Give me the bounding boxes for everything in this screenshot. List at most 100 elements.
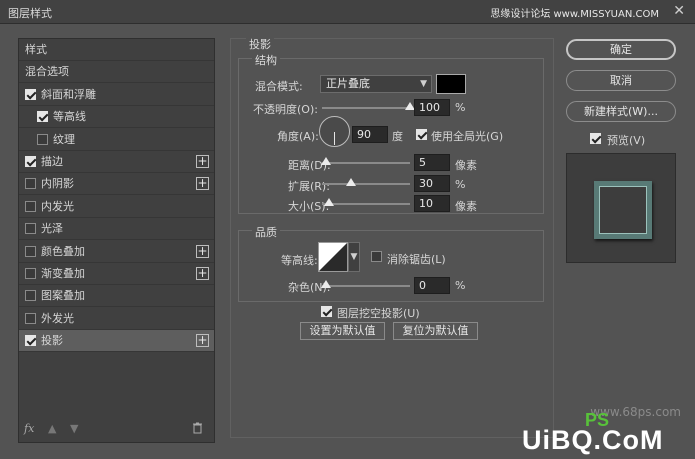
style-list-item-label: 渐变叠加	[41, 267, 85, 280]
noise-input[interactable]: 0	[414, 277, 450, 294]
size-label: 大小(S):	[288, 200, 330, 213]
size-slider-thumb[interactable]	[324, 198, 335, 206]
style-list-item[interactable]: 描边 +	[19, 151, 214, 173]
style-list-item-label: 斜面和浮雕	[41, 87, 96, 101]
reset-default-button[interactable]: 复位为默认值	[393, 322, 478, 340]
style-checkbox[interactable]	[25, 178, 36, 190]
size-slider[interactable]	[322, 203, 410, 205]
structure-title: 结构	[252, 52, 280, 68]
set-default-button[interactable]: 设置为默认值	[300, 322, 385, 340]
style-list-item[interactable]: 光泽	[19, 218, 214, 241]
angle-label: 角度(A):	[277, 130, 319, 143]
style-list-item[interactable]: 内发光	[19, 196, 214, 218]
spread-unit: %	[455, 178, 466, 191]
spread-slider-thumb[interactable]	[346, 178, 357, 186]
spread-label: 扩展(R):	[288, 180, 330, 193]
close-icon[interactable]: ✕	[673, 3, 685, 19]
style-preview	[566, 153, 676, 263]
angle-dial-needle	[334, 132, 335, 145]
style-checkbox[interactable]	[25, 223, 36, 235]
anti-alias-label: 消除锯齿(L)	[387, 253, 446, 266]
style-list-item-label: 图案叠加	[41, 289, 85, 303]
style-list-item[interactable]: 渐变叠加 +	[19, 263, 214, 285]
section-title: 投影	[246, 36, 274, 52]
dialog-title: 图层样式	[8, 7, 52, 20]
style-checkbox[interactable]	[25, 290, 36, 302]
style-list-item[interactable]: 颜色叠加 +	[19, 241, 214, 263]
opacity-input[interactable]: 100	[414, 99, 450, 116]
cancel-button[interactable]: 取消	[566, 70, 676, 91]
quality-title: 品质	[252, 224, 280, 240]
style-list-item[interactable]: 外发光	[19, 308, 214, 330]
style-list-footer: fx ▲ ▼	[18, 420, 215, 440]
style-list-item-label: 颜色叠加	[41, 244, 85, 258]
preview-checkbox[interactable]	[590, 133, 601, 144]
style-list-item[interactable]: 斜面和浮雕	[19, 84, 214, 106]
knockout-checkbox[interactable]	[321, 306, 332, 317]
style-list-item-label: 混合选项	[25, 65, 69, 79]
size-input[interactable]: 10	[414, 195, 450, 212]
contour-curve-icon	[319, 243, 347, 271]
style-checkbox[interactable]	[25, 268, 36, 279]
ok-button[interactable]: 确定	[566, 39, 676, 60]
style-checkbox[interactable]	[37, 111, 48, 123]
style-checkbox[interactable]	[37, 133, 48, 145]
style-checkbox[interactable]	[25, 156, 36, 167]
add-effect-icon[interactable]: +	[196, 244, 209, 258]
style-checkbox[interactable]	[25, 335, 36, 347]
spread-slider[interactable]	[322, 183, 410, 185]
opacity-slider[interactable]	[322, 107, 410, 109]
distance-unit: 像素	[455, 159, 477, 172]
style-checkbox[interactable]	[25, 312, 36, 324]
blend-mode-value: 正片叠底	[326, 77, 370, 90]
add-effect-icon[interactable]: +	[196, 334, 209, 348]
style-list-item[interactable]: 等高线	[19, 106, 214, 129]
add-effect-icon[interactable]: +	[196, 155, 209, 168]
global-light-label: 使用全局光(G)	[431, 130, 504, 143]
style-list-item[interactable]: 纹理	[19, 129, 214, 151]
style-list-item-label: 外发光	[41, 311, 74, 325]
style-list-item-label: 样式	[25, 43, 47, 56]
blend-mode-select[interactable]: 正片叠底 ▼	[320, 75, 432, 93]
style-list-item-label: 描边	[41, 155, 63, 168]
distance-slider[interactable]	[322, 162, 410, 164]
opacity-unit: %	[455, 101, 466, 114]
title-bar: 图层样式 思缘设计论坛 www.MISSYUAN.COM ✕	[0, 0, 695, 24]
noise-slider[interactable]	[322, 285, 410, 287]
trash-icon[interactable]	[192, 422, 203, 437]
move-down-icon[interactable]: ▼	[70, 422, 78, 435]
style-list-item[interactable]: 内阴影 +	[19, 173, 214, 196]
contour-preview[interactable]	[318, 242, 348, 272]
contour-dropdown[interactable]: ▼	[348, 242, 360, 272]
add-effect-icon[interactable]: +	[196, 177, 209, 191]
style-list-item[interactable]: 图案叠加	[19, 285, 214, 308]
chevron-down-icon: ▼	[350, 252, 358, 262]
angle-dial[interactable]	[319, 116, 350, 147]
anti-alias-checkbox[interactable]	[371, 251, 382, 262]
distance-input[interactable]: 5	[414, 154, 450, 171]
style-list-item[interactable]: 投影 +	[19, 330, 214, 353]
fx-icon[interactable]: fx	[24, 422, 34, 435]
preview-label: 预览(V)	[607, 134, 646, 147]
knockout-label: 图层挖空投影(U)	[337, 307, 420, 320]
style-list-item[interactable]: 样式	[19, 39, 214, 61]
style-list-item-label: 纹理	[53, 132, 75, 146]
noise-slider-thumb[interactable]	[321, 280, 331, 288]
uibq-watermark-logo: UiBQ.CoM	[522, 425, 664, 455]
style-list-panel: 样式 混合选项 斜面和浮雕 等高线 纹理 描边 + 内阴影 + 内发光 光泽 颜色叠加 + 渐变叠加 + 图案…	[18, 38, 215, 443]
shadow-color-swatch[interactable]	[436, 74, 466, 94]
style-list-item-label: 投影	[41, 334, 63, 348]
spread-input[interactable]: 30	[414, 175, 450, 192]
style-checkbox[interactable]	[25, 200, 36, 212]
style-checkbox[interactable]	[25, 245, 36, 257]
new-style-button[interactable]: 新建样式(W)...	[566, 101, 676, 122]
global-light-checkbox[interactable]	[416, 129, 427, 140]
contour-label: 等高线:	[281, 254, 318, 267]
add-effect-icon[interactable]: +	[196, 267, 209, 280]
style-list-item[interactable]: 混合选项	[19, 61, 214, 84]
style-checkbox[interactable]	[25, 88, 36, 100]
angle-input[interactable]: 90	[352, 126, 388, 143]
distance-slider-thumb[interactable]	[321, 157, 331, 165]
style-list-item-label: 内发光	[41, 199, 74, 213]
move-up-icon[interactable]: ▲	[48, 422, 56, 435]
